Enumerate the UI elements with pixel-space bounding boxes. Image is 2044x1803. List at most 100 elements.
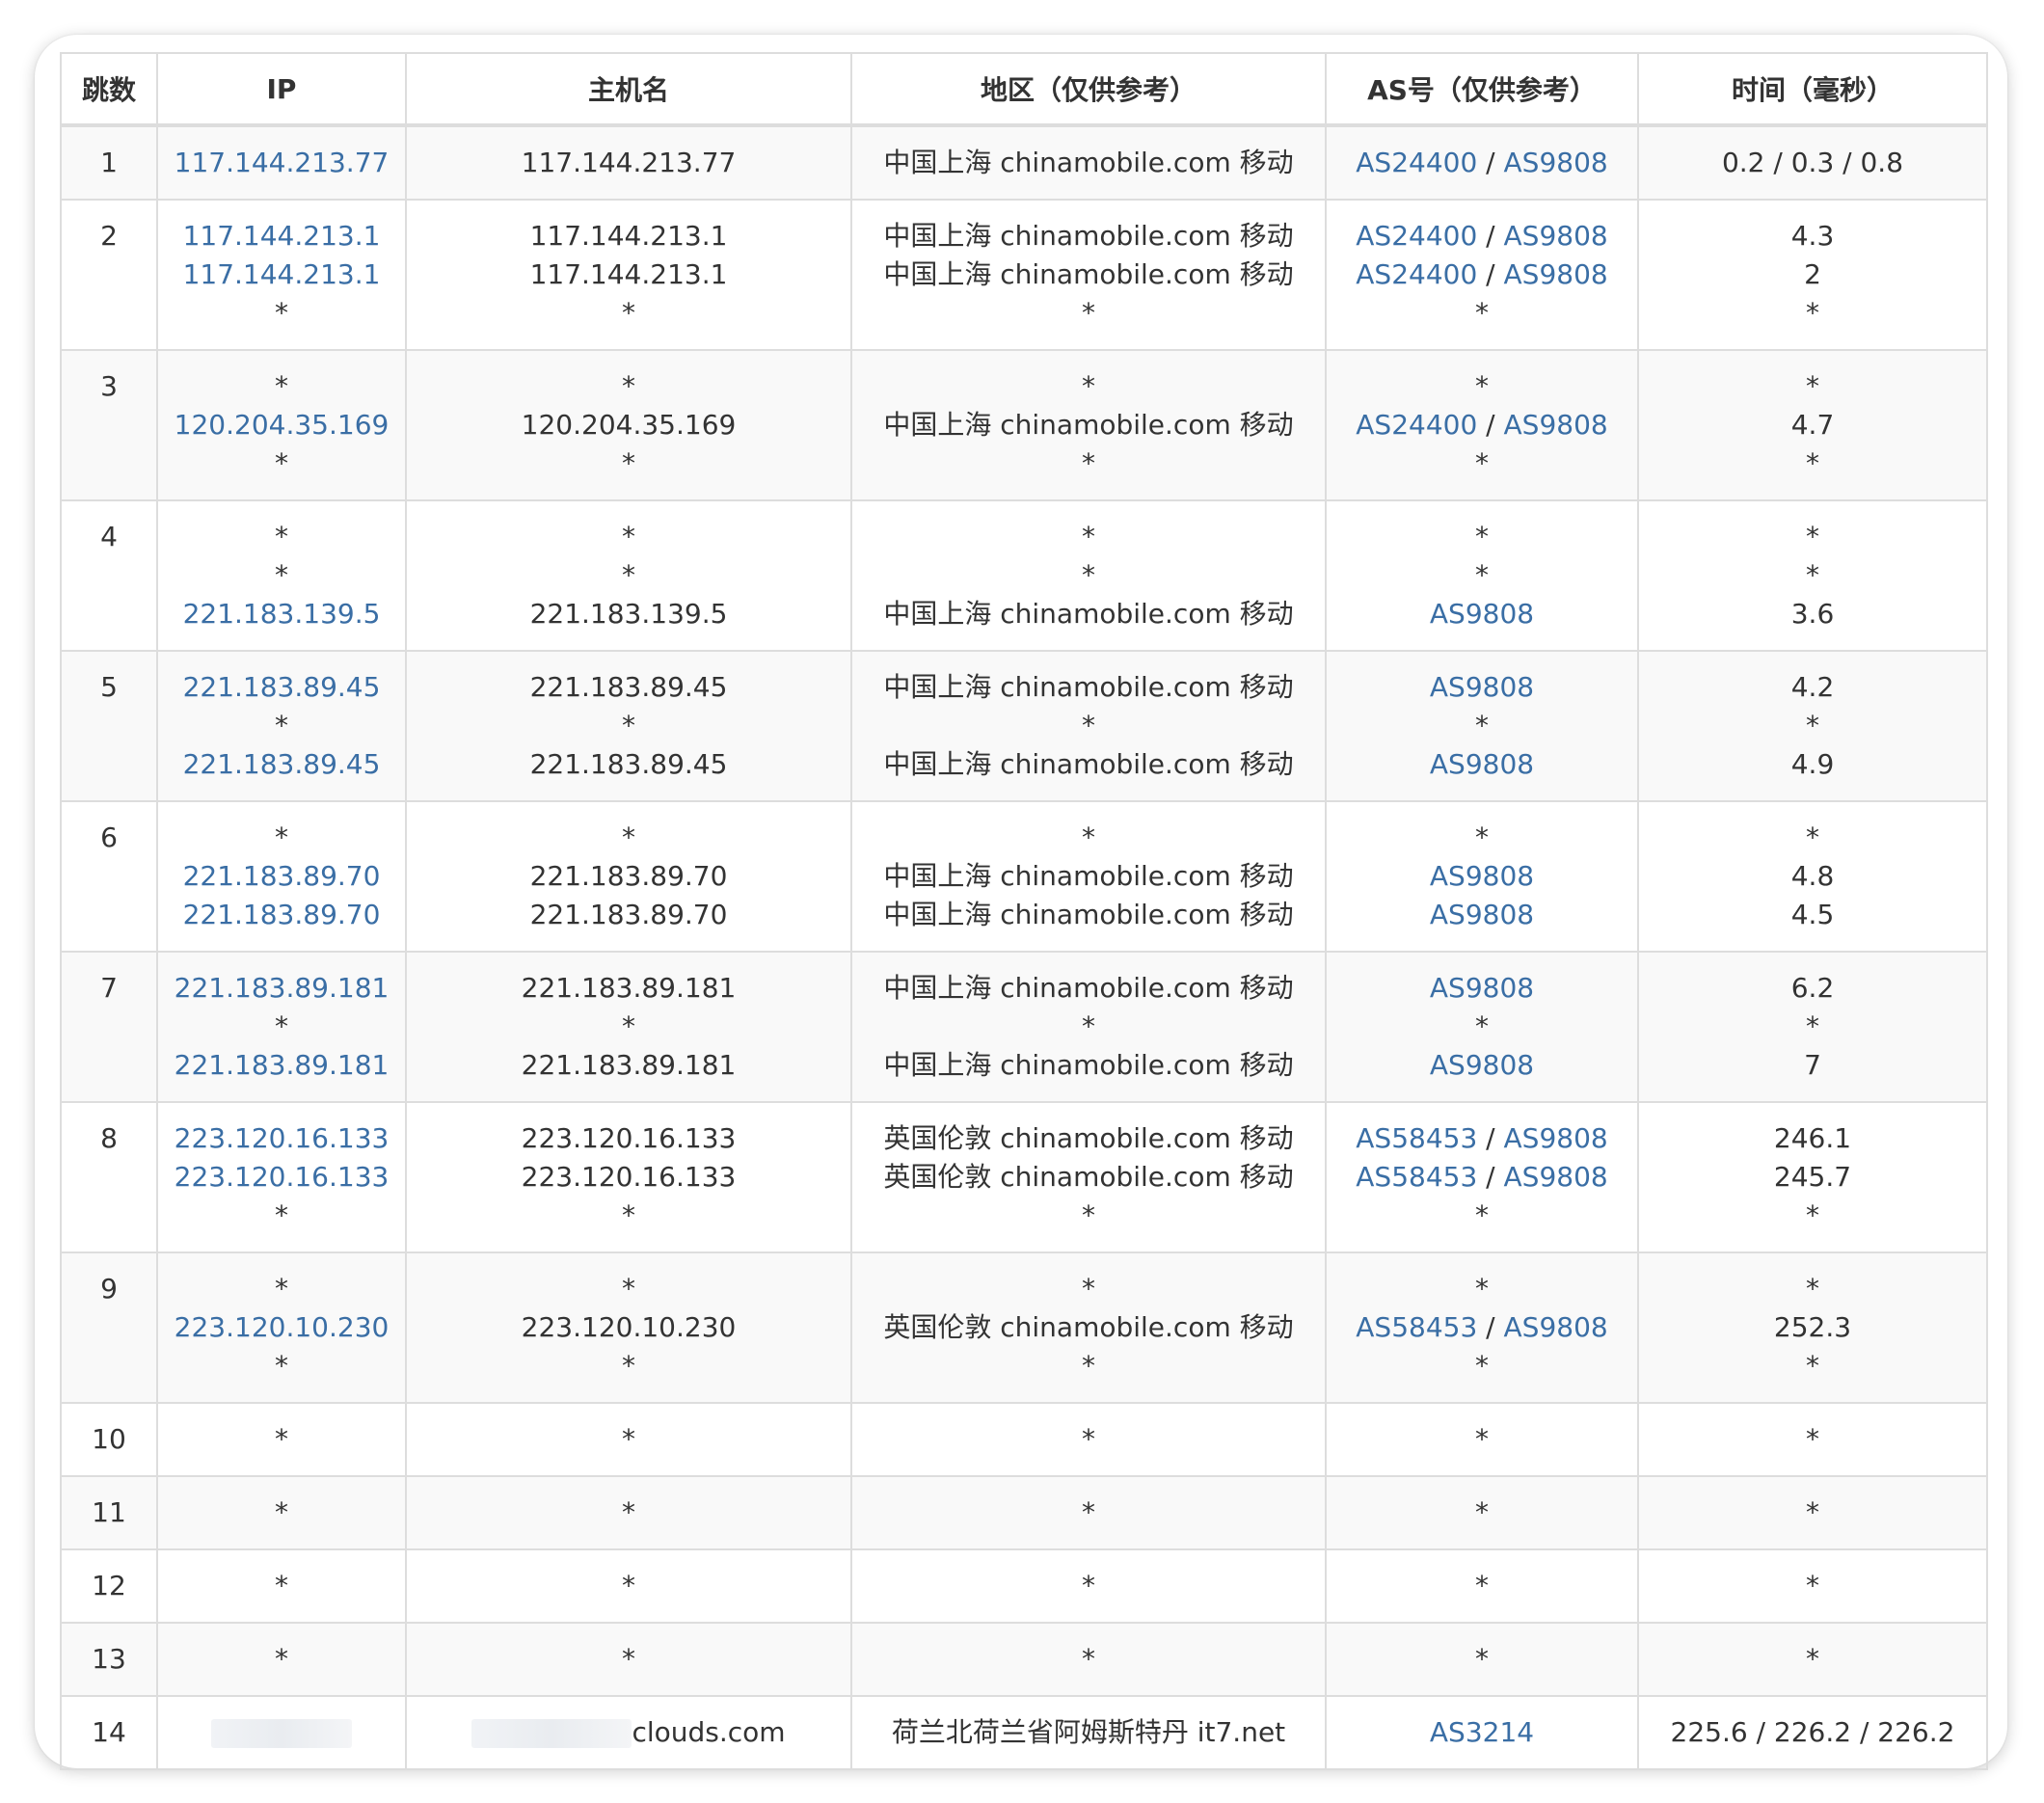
ip-line (158, 1713, 405, 1752)
as-link[interactable]: AS9808 (1430, 899, 1534, 930)
as-cell-inner: AS24400 / AS9808 AS24400 / AS9808 * (1327, 201, 1637, 333)
hop-cell: 8 (60, 1101, 158, 1253)
ip-link[interactable]: 223.120.10.230 (175, 1311, 390, 1343)
as-link[interactable]: AS9808 (1504, 220, 1608, 252)
ip-link[interactable]: 223.120.16.133 (175, 1161, 390, 1193)
as-link[interactable]: AS9808 (1504, 1311, 1608, 1343)
hostname-text: 120.204.35.169 (521, 409, 737, 441)
ip-line: * (158, 294, 405, 333)
region-line: 中国上海 chinamobile.com 移动 (852, 857, 1325, 896)
time-cell: 4.2 * 4.9 (1637, 650, 1988, 802)
region-line: * (852, 1567, 1325, 1605)
time-line: 4.2 (1639, 668, 1986, 707)
as-link[interactable]: AS24400 (1356, 258, 1477, 290)
no-response-marker: * (1082, 1643, 1095, 1675)
ip-line: 117.144.213.1 (158, 256, 405, 294)
time-cell: * * 3.6 (1637, 499, 1988, 652)
ip-cell: * (156, 1402, 407, 1477)
region-cell-inner: 荷兰北荷兰省阿姆斯特丹 it7.net (852, 1697, 1325, 1752)
ip-line: * (158, 444, 405, 483)
no-response-marker: * (275, 1350, 288, 1382)
as-link[interactable]: AS9808 (1430, 1049, 1534, 1081)
ip-link[interactable]: 221.183.89.181 (175, 1049, 390, 1081)
hop-cell-inner: 8 (62, 1103, 156, 1158)
ip-link[interactable]: 120.204.35.169 (175, 409, 390, 441)
time-cell-inner: 246.1 245.7 * (1639, 1103, 1986, 1235)
host-line: 120.204.35.169 (407, 406, 850, 444)
time-cell: 4.3 2 * (1637, 199, 1988, 351)
ip-link[interactable]: 221.183.89.181 (175, 972, 390, 1004)
no-response-marker: * (275, 1010, 288, 1042)
ip-line: * (158, 1347, 405, 1386)
ip-link[interactable]: 221.183.89.70 (183, 860, 381, 892)
as-link[interactable]: AS3214 (1430, 1716, 1534, 1748)
host-line: 221.183.89.181 (407, 969, 850, 1008)
region-line: 中国上海 chinamobile.com 移动 (852, 896, 1325, 934)
region-line: 中国上海 chinamobile.com 移动 (852, 1046, 1325, 1085)
as-cell: AS3214 (1325, 1695, 1639, 1770)
as-link[interactable]: AS58453 (1356, 1122, 1477, 1154)
no-response-marker: * (1475, 297, 1489, 329)
hop-cell: 3 (60, 349, 158, 501)
as-link[interactable]: AS9808 (1504, 409, 1608, 441)
as-link[interactable]: AS24400 (1356, 409, 1477, 441)
redacted-hostname (471, 1719, 632, 1748)
as-link[interactable]: AS9808 (1504, 147, 1608, 178)
hostname-text: 221.183.89.70 (529, 899, 728, 930)
as-line: AS9808 (1327, 595, 1637, 633)
host-line: 117.144.213.77 (407, 144, 850, 182)
as-link[interactable]: AS24400 (1356, 220, 1477, 252)
as-link[interactable]: AS9808 (1430, 598, 1534, 630)
ip-link[interactable]: 221.183.139.5 (183, 598, 381, 630)
hostname-cell: 117.144.213.77 (405, 124, 852, 201)
ip-link[interactable]: 117.144.213.1 (183, 258, 381, 290)
as-link[interactable]: AS58453 (1356, 1311, 1477, 1343)
as-cell: AS24400 / AS9808 (1325, 124, 1639, 201)
region-cell: 中国上海 chinamobile.com 移动 * 中国上海 chinamobile… (850, 650, 1327, 802)
hop-cell-inner: 9 (62, 1253, 156, 1308)
as-link[interactable]: AS9808 (1430, 748, 1534, 780)
as-line: * (1327, 819, 1637, 857)
ip-line: * (158, 819, 405, 857)
hop-number: 12 (92, 1570, 126, 1601)
as-link[interactable]: AS9808 (1504, 1122, 1608, 1154)
ip-link[interactable]: 117.144.213.77 (175, 147, 390, 178)
hop-cell: 13 (60, 1622, 158, 1697)
no-response-marker: * (1806, 370, 1819, 402)
no-response-marker: * (1475, 821, 1489, 853)
as-separator: / (1477, 409, 1504, 441)
host-line: * (407, 1008, 850, 1046)
hostname-text: clouds.com (632, 1716, 786, 1748)
region-line: 英国伦敦 chinamobile.com 移动 (852, 1158, 1325, 1197)
region-text: 中国上海 chinamobile.com 移动 (883, 972, 1294, 1004)
ip-link[interactable]: 221.183.89.45 (183, 748, 381, 780)
ip-link[interactable]: 117.144.213.1 (183, 220, 381, 252)
ip-link[interactable]: 223.120.16.133 (175, 1122, 390, 1154)
column-header-hostname: 主机名 (405, 52, 852, 127)
as-link[interactable]: AS9808 (1504, 1161, 1608, 1193)
hostname-text: 221.183.89.181 (521, 972, 737, 1004)
as-link[interactable]: AS9808 (1504, 258, 1608, 290)
ip-link[interactable]: 221.183.89.70 (183, 899, 381, 930)
time-cell-inner: * (1639, 1550, 1986, 1605)
as-link[interactable]: AS9808 (1430, 671, 1534, 703)
region-cell: * 中国上海 chinamobile.com 移动 * (850, 349, 1327, 501)
ip-link[interactable]: 221.183.89.45 (183, 671, 381, 703)
hop-cell: 2 (60, 199, 158, 351)
hop-number: 10 (92, 1423, 126, 1455)
as-line: AS3214 (1327, 1713, 1637, 1752)
no-response-marker: * (622, 297, 635, 329)
hop-cell: 12 (60, 1548, 158, 1624)
hostname-text: 221.183.89.70 (529, 860, 728, 892)
as-cell: * (1325, 1402, 1639, 1477)
as-link[interactable]: AS58453 (1356, 1161, 1477, 1193)
time-line: 4.3 (1639, 217, 1986, 256)
as-link[interactable]: AS9808 (1430, 972, 1534, 1004)
ip-line: * (158, 1197, 405, 1235)
time-cell: 246.1 245.7 * (1637, 1101, 1988, 1253)
table-row: 1 117.144.213.77 117.144.213.77 中国上海 chinam… (60, 124, 1988, 201)
as-link[interactable]: AS9808 (1430, 860, 1534, 892)
as-link[interactable]: AS24400 (1356, 147, 1477, 178)
as-cell-inner: * (1327, 1550, 1637, 1605)
table-row: 14 clouds.com 荷兰北荷兰省阿姆斯特丹 it7.net AS3214 225… (60, 1695, 1988, 1770)
